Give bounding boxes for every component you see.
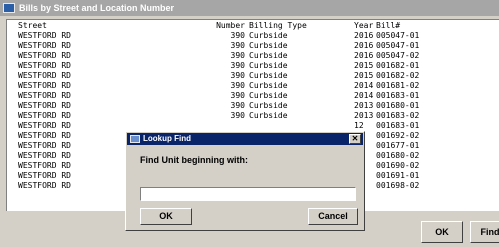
cell-bill: 001683-02 [376, 111, 420, 120]
cell-bill: 001690-02 [376, 161, 420, 170]
cell-street: WESTFORD RD [18, 141, 71, 150]
cell-bill: 001692-02 [376, 131, 420, 140]
cell-year: 2016 [354, 31, 374, 40]
cell-year: 2016 [354, 41, 374, 50]
cell-year: 2015 [354, 61, 374, 70]
cell-year: 12 [354, 121, 364, 130]
find-button[interactable]: Find [470, 221, 499, 243]
cell-billing-type: Curbside [249, 111, 288, 120]
cell-street: WESTFORD RD [18, 31, 71, 40]
cell-street: WESTFORD RD [18, 151, 71, 160]
window-title: Bills by Street and Location Number [19, 3, 175, 13]
cell-street: WESTFORD RD [18, 121, 71, 130]
table-row[interactable]: WESTFORD RD 390 Curbside 2016 005047-01 [7, 41, 499, 51]
cell-year: 2014 [354, 91, 374, 100]
cell-billing-type: Curbside [249, 41, 288, 50]
find-unit-input[interactable] [140, 187, 356, 201]
ok-button[interactable]: OK [421, 221, 463, 243]
header-number: Number [216, 21, 245, 30]
cell-number: 390 [230, 81, 245, 90]
cell-street: WESTFORD RD [18, 131, 71, 140]
cell-year: 2013 [354, 111, 374, 120]
cell-year: 2016 [354, 51, 374, 60]
cell-bill: 005047-02 [376, 51, 420, 60]
window-app-icon [3, 3, 15, 13]
cell-number: 390 [230, 41, 245, 50]
table-row[interactable]: WESTFORD RD 390 Curbside 2014 001683-01 [7, 91, 499, 101]
cell-bill: 001680-02 [376, 151, 420, 160]
table-row[interactable]: WESTFORD RD 390 Curbside 2015 001682-01 [7, 61, 499, 71]
cell-number: 390 [230, 31, 245, 40]
cell-number: 390 [230, 51, 245, 60]
header-street: Street [18, 21, 47, 30]
list-header: Street Number Billing Type Year Bill# [7, 21, 499, 31]
close-icon[interactable]: ✕ [349, 134, 361, 144]
cell-street: WESTFORD RD [18, 41, 71, 50]
cell-year: 2014 [354, 81, 374, 90]
header-year: Year [354, 21, 374, 30]
dialog-cancel-button[interactable]: Cancel [308, 208, 358, 225]
cell-street: WESTFORD RD [18, 91, 71, 100]
header-billing-type: Billing Type [249, 21, 307, 30]
cell-billing-type: Curbside [249, 71, 288, 80]
table-row[interactable]: WESTFORD RD 390 Curbside 2016 005047-01 [7, 31, 499, 41]
dialog-app-icon [130, 135, 140, 143]
cell-bill: 001683-01 [376, 91, 420, 100]
dialog-ok-button[interactable]: OK [140, 208, 192, 225]
cell-number: 390 [230, 91, 245, 100]
cell-bill: 001677-01 [376, 141, 420, 150]
cell-bill: 001680-01 [376, 101, 420, 110]
cell-street: WESTFORD RD [18, 71, 71, 80]
cell-billing-type: Curbside [249, 81, 288, 90]
cell-bill: 001691-01 [376, 171, 420, 180]
table-row[interactable]: WESTFORD RD 390 Curbside 2016 005047-02 [7, 51, 499, 61]
lookup-find-dialog: Lookup Find ✕ Find Unit beginning with: … [125, 131, 365, 231]
cell-billing-type: Curbside [249, 101, 288, 110]
dialog-titlebar: Lookup Find ✕ [127, 133, 363, 145]
cell-bill: 005047-01 [376, 31, 420, 40]
cell-year: 2013 [354, 101, 374, 110]
cell-street: WESTFORD RD [18, 101, 71, 110]
cell-billing-type: Curbside [249, 51, 288, 60]
bills-window: Bills by Street and Location Number Stre… [0, 0, 499, 247]
cell-number: 390 [230, 61, 245, 70]
window-titlebar: Bills by Street and Location Number [0, 0, 499, 16]
cell-bill: 005047-01 [376, 41, 420, 50]
cell-billing-type: Curbside [249, 91, 288, 100]
cell-street: WESTFORD RD [18, 181, 71, 190]
cell-year: 2015 [354, 71, 374, 80]
dialog-title: Lookup Find [143, 134, 191, 143]
cell-number: 390 [230, 71, 245, 80]
table-row[interactable]: WESTFORD RD 390 Curbside 2014 001681-02 [7, 81, 499, 91]
cell-billing-type: Curbside [249, 31, 288, 40]
cell-number: 390 [230, 111, 245, 120]
cell-street: WESTFORD RD [18, 171, 71, 180]
cell-bill: 001682-01 [376, 61, 420, 70]
table-row[interactable]: WESTFORD RD 12 001683-01 [7, 121, 499, 131]
cell-street: WESTFORD RD [18, 111, 71, 120]
table-row[interactable]: WESTFORD RD 390 Curbside 2013 001683-02 [7, 111, 499, 121]
cell-street: WESTFORD RD [18, 51, 71, 60]
cell-billing-type: Curbside [249, 61, 288, 70]
cell-bill: 001698-02 [376, 181, 420, 190]
cell-bill: 001682-02 [376, 71, 420, 80]
table-row[interactable]: WESTFORD RD 390 Curbside 2013 001680-01 [7, 101, 499, 111]
cell-bill: 001681-02 [376, 81, 420, 90]
find-unit-label: Find Unit beginning with: [140, 155, 248, 165]
header-bill: Bill# [376, 21, 401, 30]
cell-street: WESTFORD RD [18, 81, 71, 90]
cell-bill: 001683-01 [376, 121, 420, 130]
cell-street: WESTFORD RD [18, 61, 71, 70]
cell-street: WESTFORD RD [18, 161, 71, 170]
table-row[interactable]: WESTFORD RD 390 Curbside 2015 001682-02 [7, 71, 499, 81]
cell-number: 390 [230, 101, 245, 110]
